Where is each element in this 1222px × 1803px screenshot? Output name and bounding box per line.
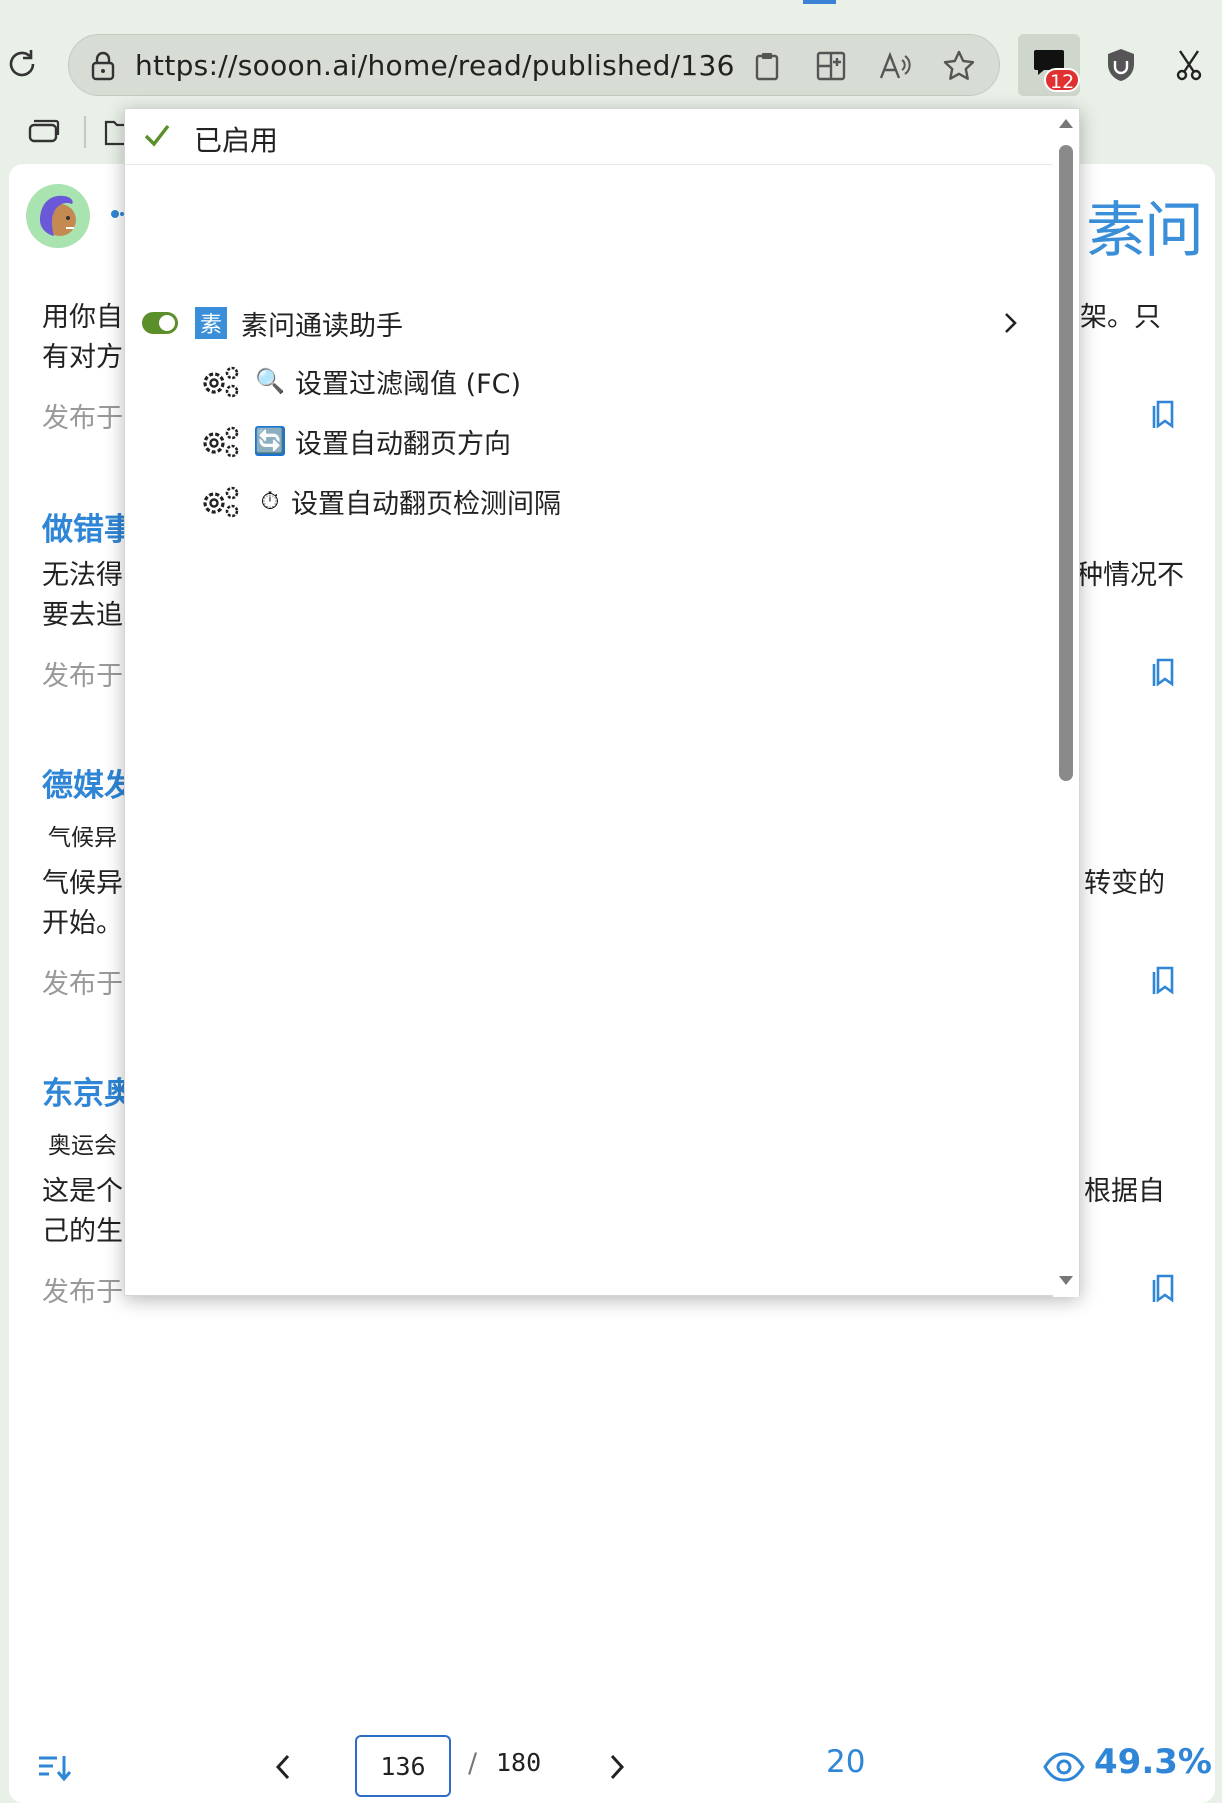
gears-icon (203, 426, 239, 458)
extension-name: 素问通读助手 (241, 310, 403, 342)
site-brand-logo[interactable]: 素问 (1086, 182, 1204, 269)
page-number-input[interactable] (355, 1735, 451, 1797)
article-meta: 发布于 (42, 403, 123, 434)
gears-icon (203, 486, 239, 518)
menu-item-filter-threshold[interactable]: 🔍 设置过滤阈值 (FC) (125, 355, 1055, 407)
pager-separator: / (468, 1748, 478, 1779)
magnifier-icon: 🔍 (255, 367, 285, 395)
page-size-count[interactable]: 20 (826, 1744, 865, 1780)
scissors-icon[interactable] (1168, 44, 1210, 86)
article-meta: 发布于 (42, 661, 123, 692)
article-snippet-right: 根据自 (1084, 1176, 1165, 1207)
split-screen-icon[interactable] (809, 47, 853, 85)
menu-item-label: 设置自动翻页检测间隔 (291, 488, 561, 520)
bookmark-icon[interactable] (1150, 964, 1178, 996)
popup-scrollbar[interactable] (1053, 109, 1079, 1297)
article-snippet: 要去追 (42, 600, 123, 631)
article-snippet: 开始。 (42, 908, 123, 939)
clipboard-icon[interactable] (745, 47, 789, 85)
article-snippet-right: 转变的 (1084, 868, 1165, 899)
extension-menu-header[interactable]: 素 素问通读助手 (125, 297, 1055, 349)
article-snippet: 有对方 (42, 342, 123, 373)
read-percentage: 49.3% (1094, 1742, 1212, 1782)
article-title[interactable]: 做错事 (42, 504, 135, 549)
favorite-star-icon[interactable] (937, 47, 981, 85)
article-tag[interactable]: 气候异 (48, 818, 117, 852)
collections-icon[interactable] (26, 116, 62, 148)
address-bar[interactable]: https://sooon.ai/home/read/published/136 (68, 34, 1000, 96)
article-tag[interactable]: 奥运会 (48, 1126, 117, 1160)
bookmark-icon[interactable] (1150, 398, 1178, 430)
article-meta: 发布于 (42, 1277, 123, 1308)
extension-toggle[interactable] (142, 312, 178, 334)
chevron-right-icon (1005, 313, 1017, 333)
scrollbar-thumb[interactable] (1059, 145, 1073, 781)
url-text[interactable]: https://sooon.ai/home/read/published/136 (135, 49, 735, 82)
avatar[interactable] (26, 184, 90, 248)
menu-item-label: 设置过滤阈值 (FC) (295, 368, 522, 400)
scroll-down-arrow-icon[interactable] (1059, 1276, 1073, 1285)
article-snippet: 己的生 (42, 1216, 123, 1247)
stopwatch-icon: ⏱ (260, 487, 280, 515)
menu-item-label: 设置自动翻页方向 (295, 428, 511, 460)
previous-page-icon[interactable] (268, 1752, 298, 1782)
article-title[interactable]: 德媒发 (42, 760, 135, 805)
shield-extension-icon[interactable] (1100, 44, 1142, 86)
article-snippet: 用你自 (42, 302, 123, 333)
article-title[interactable]: 东京奥 (42, 1068, 135, 1113)
checkmark-icon (144, 124, 170, 147)
bookmarks-separator (84, 116, 86, 148)
total-pages: 180 (496, 1748, 542, 1777)
extension-badge: 12 (1044, 68, 1081, 93)
extension-status-row[interactable]: 已启用 (125, 109, 1055, 165)
article-snippet: 气候异 (42, 868, 123, 899)
bookmark-icon[interactable] (1150, 656, 1178, 688)
article-snippet: 无法得 (42, 560, 123, 591)
share-icon[interactable] (110, 206, 124, 222)
refresh-icon[interactable] (2, 44, 42, 84)
bookmark-icon[interactable] (1150, 1272, 1178, 1304)
sort-icon[interactable] (36, 1750, 72, 1786)
folder-icon[interactable] (104, 116, 126, 148)
article-snippet-right: 种情况不 (1076, 560, 1184, 591)
article-snippet-right: 架。只 (1080, 302, 1161, 333)
eye-icon (1042, 1748, 1086, 1786)
enabled-label: 已启用 (194, 124, 279, 157)
menu-item-autopage-interval[interactable]: ⏱ 设置自动翻页检测间隔 (125, 475, 1055, 527)
refresh-arrows-icon: 🔄 (255, 426, 285, 456)
lock-icon[interactable] (89, 51, 117, 85)
menu-item-autopage-direction[interactable]: 🔄 设置自动翻页方向 (125, 415, 1055, 467)
article-meta: 发布于 (42, 969, 123, 1000)
scroll-up-arrow-icon[interactable] (1059, 119, 1073, 128)
extension-logo-icon: 素 (195, 307, 227, 339)
extension-menu-popup: 已启用 素 素问通读助手 🔍 设置过滤阈值 (FC) 🔄 设置自动翻页方向 ⏱ … (124, 108, 1080, 1297)
article-snippet: 这是个 (42, 1176, 123, 1207)
active-tab-indicator (803, 0, 836, 4)
gears-icon (203, 366, 239, 398)
next-page-icon[interactable] (602, 1752, 632, 1782)
read-aloud-icon[interactable] (873, 47, 917, 85)
